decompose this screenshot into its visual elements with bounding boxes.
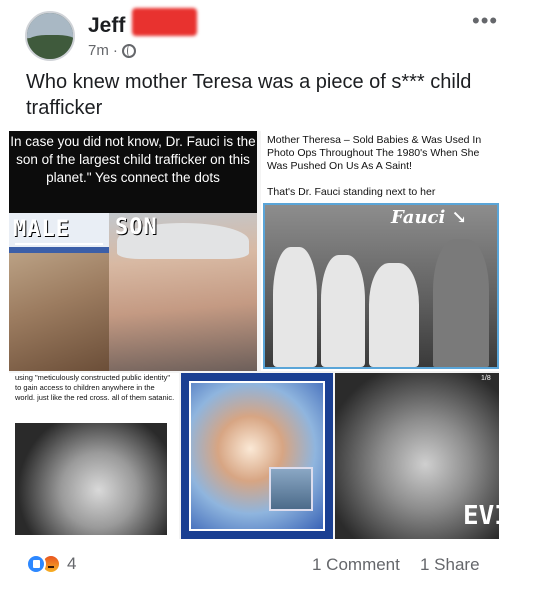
figure	[273, 247, 317, 367]
quote-text: In case you did not know, Dr. Fauci is t…	[9, 131, 257, 213]
avatar-hill	[27, 35, 73, 59]
reaction-count: 4	[67, 554, 77, 573]
reactions-summary[interactable]: 4	[26, 554, 76, 574]
collage-panel-painting	[181, 373, 333, 539]
post-image-collage[interactable]: In case you did not know, Dr. Fauci is t…	[9, 131, 499, 539]
post-time[interactable]: 7m	[88, 42, 109, 59]
label-underline	[15, 243, 103, 245]
label-male: MALE	[13, 217, 70, 242]
separator: ·	[112, 42, 118, 59]
comments-link[interactable]: 1 Comment	[312, 555, 400, 575]
inset-image	[269, 467, 313, 511]
post-footer: 4 1 Comment 1 Share	[0, 548, 538, 586]
post-caption: Who knew mother Teresa was a piece of s*…	[26, 71, 472, 119]
page-indicator: 1/8	[481, 375, 491, 382]
collage-panel-closeup: 1/8 EVI	[335, 373, 499, 539]
collage-panel-quote: In case you did not know, Dr. Fauci is t…	[9, 131, 257, 371]
figure	[369, 263, 419, 367]
overlay-text: EVI	[463, 501, 499, 531]
panel-headline: Mother Theresa – Sold Babies & Was Used …	[267, 134, 482, 172]
author-name[interactable]: Jeff	[88, 14, 125, 38]
panel-caption: using "meticulously constructed public i…	[15, 373, 175, 402]
bw-portrait	[15, 423, 167, 535]
globe-icon	[121, 43, 136, 58]
figure	[321, 255, 365, 367]
avatar[interactable]	[25, 11, 75, 61]
collage-panel-photo-op: Mother Theresa – Sold Babies & Was Used …	[261, 131, 499, 371]
post-meta: 7m ·	[88, 42, 136, 59]
figure-suit	[433, 239, 489, 367]
redacted-surname	[132, 8, 197, 36]
like-icon	[26, 554, 46, 574]
label-son: SON	[115, 215, 158, 240]
facebook-post: Jeff 7m · ••• Who knew mother Teresa was…	[0, 0, 538, 600]
shares-link[interactable]: 1 Share	[420, 555, 480, 575]
panel-subline: That's Dr. Fauci standing next to her	[267, 186, 436, 198]
more-options-icon[interactable]: •••	[472, 10, 498, 32]
collage-panel-text: using "meticulously constructed public i…	[9, 373, 179, 539]
handwritten-label: Fauci ↘	[391, 207, 467, 228]
